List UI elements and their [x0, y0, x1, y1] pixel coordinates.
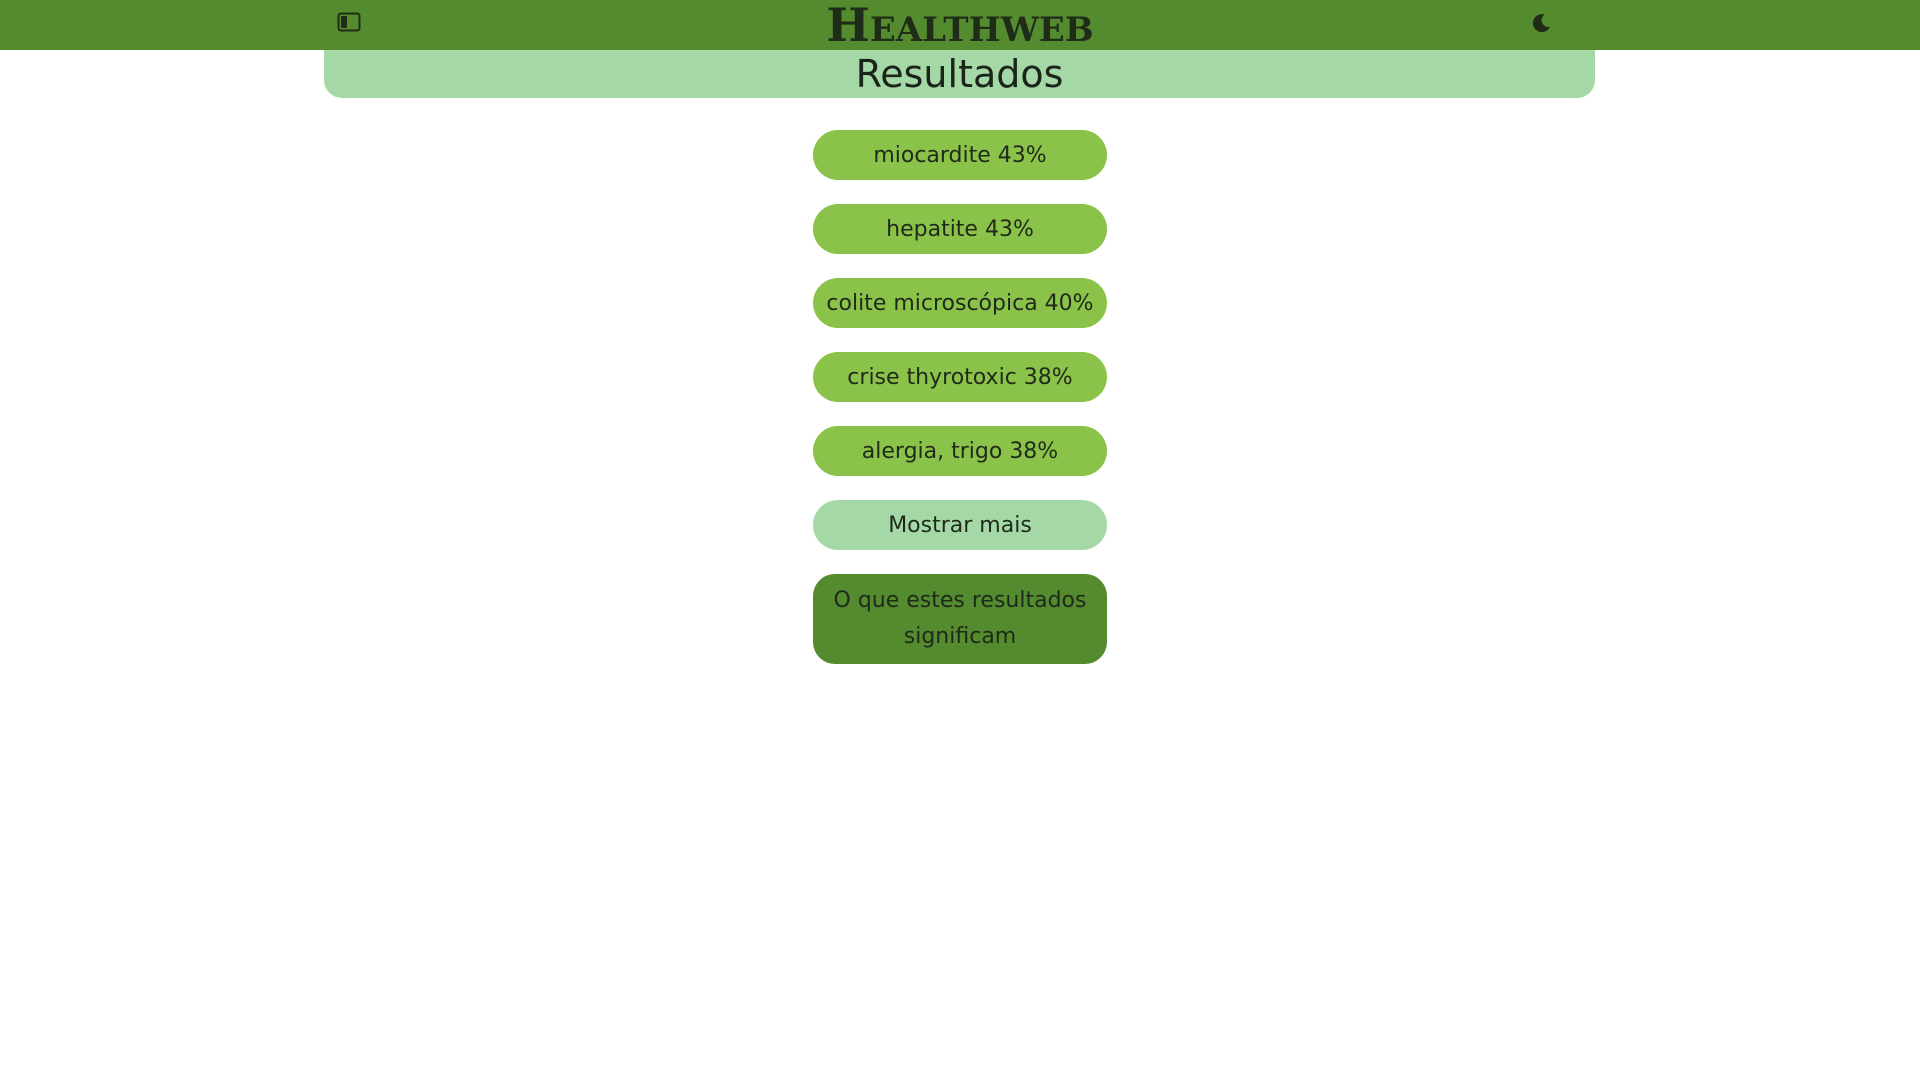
logo-rest: EALTHWEB	[869, 10, 1094, 50]
moon-icon	[1532, 14, 1550, 33]
result-item-crise-thyrotoxic[interactable]: crise thyrotoxic 38%	[813, 352, 1107, 402]
page-title: Resultados	[855, 52, 1064, 96]
site-logo: HEALTHWEB	[0, 0, 1920, 52]
result-item-colite-microscopica[interactable]: colite microscópica 40%	[813, 278, 1107, 328]
logo-initial: H	[826, 0, 870, 52]
sidebar-toggle-button[interactable]	[335, 10, 363, 34]
result-item-alergia-trigo[interactable]: alergia, trigo 38%	[813, 426, 1107, 476]
sidebar-toggle-icon	[337, 12, 361, 32]
theme-toggle-button[interactable]	[1526, 9, 1556, 37]
show-more-button[interactable]: Mostrar mais	[813, 500, 1107, 550]
result-list: miocardite 43% hepatite 43% colite micro…	[813, 130, 1107, 688]
results-meaning-button[interactable]: O que estes resultados significam	[813, 574, 1107, 664]
logo-text[interactable]: HEALTHWEB	[826, 0, 1093, 52]
results-header: Resultados	[324, 50, 1595, 98]
top-navbar: HEALTHWEB	[0, 0, 1920, 52]
result-item-hepatite[interactable]: hepatite 43%	[813, 204, 1107, 254]
result-item-miocardite[interactable]: miocardite 43%	[813, 130, 1107, 180]
